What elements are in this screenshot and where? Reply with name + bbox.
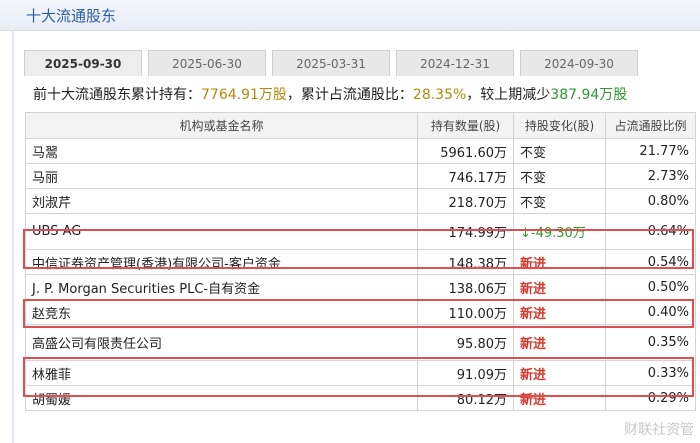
- holder-qty: 746.17万: [417, 163, 514, 189]
- holder-qty: 148.38万: [417, 249, 514, 275]
- holder-ratio: 0.35%: [605, 324, 696, 361]
- holder-name: 赵竞东: [25, 299, 418, 325]
- table-row: 胡蜀媛 80.12万 新进 0.29%: [25, 385, 696, 411]
- holder-change: 不变: [513, 138, 606, 164]
- holder-change: 不变: [513, 163, 606, 189]
- tab-2025-03-31[interactable]: 2025-03-31: [272, 50, 390, 76]
- table-header-row: 机构或基金名称 持有数量(股) 持股变化(股) 占流通股比例: [25, 112, 696, 139]
- holder-name: 马翯: [25, 138, 418, 164]
- holder-ratio: 0.40%: [605, 299, 696, 325]
- summary-mid2: ，较上期减少: [466, 87, 551, 103]
- table-row: 高盛公司有限责任公司 95.80万 新进 0.35%: [25, 324, 696, 361]
- holder-ratio: 0.64%: [605, 213, 696, 250]
- holder-change: 新进: [513, 360, 606, 386]
- holder-name: 高盛公司有限责任公司: [25, 324, 418, 361]
- holder-change: 新进: [513, 385, 606, 411]
- holder-ratio: 0.33%: [605, 360, 696, 386]
- holder-qty: 174.99万: [417, 213, 514, 250]
- holder-name: UBS AG: [25, 213, 418, 250]
- tab-2024-09-30[interactable]: 2024-09-30: [520, 50, 638, 76]
- tab-2025-06-30[interactable]: 2025-06-30: [148, 50, 266, 76]
- table-row: 赵竞东 110.00万 新进 0.40%: [25, 299, 696, 325]
- tab-2025-09-30[interactable]: 2025-09-30: [24, 50, 142, 76]
- holder-change: 新进: [513, 324, 606, 361]
- holder-change: 新进: [513, 299, 606, 325]
- holder-name: 中信证券资产管理(香港)有限公司-客户资金: [25, 249, 418, 275]
- table-row: J. P. Morgan Securities PLC-自有资金 138.06万…: [25, 274, 696, 300]
- summary-prefix: 前十大流通股东累计持有：: [33, 87, 201, 103]
- col-header-change[interactable]: 持股变化(股): [513, 112, 606, 139]
- holder-ratio: 21.77%: [605, 138, 696, 164]
- table-row: 马丽 746.17万 不变 2.73%: [25, 163, 696, 189]
- holder-name: 林雅菲: [25, 360, 418, 386]
- holder-name: 马丽: [25, 163, 418, 189]
- holder-qty: 110.00万: [417, 299, 514, 325]
- holder-qty: 91.09万: [417, 360, 514, 386]
- holder-change: 新进: [513, 274, 606, 300]
- table-row: 刘淑芹 218.70万 不变 0.80%: [25, 188, 696, 214]
- col-header-qty[interactable]: 持有数量(股): [417, 112, 514, 139]
- table-row: UBS AG 174.99万 ↓-49.30万 0.64%: [25, 213, 696, 250]
- holder-name: 胡蜀媛: [25, 385, 418, 411]
- holdings-summary: 前十大流通股东累计持有：7764.91万股，累计占流通股比：28.35%，较上期…: [33, 84, 627, 104]
- table-row: 马翯 5961.60万 不变 21.77%: [25, 138, 696, 164]
- holder-change: ↓-49.30万: [513, 213, 606, 250]
- holder-name: J. P. Morgan Securities PLC-自有资金: [25, 274, 418, 300]
- holder-ratio: 0.29%: [605, 385, 696, 411]
- holder-ratio: 0.50%: [605, 274, 696, 300]
- shareholders-table: 机构或基金名称 持有数量(股) 持股变化(股) 占流通股比例 马翯 5961.6…: [25, 112, 696, 411]
- holder-qty: 138.06万: [417, 274, 514, 300]
- col-header-ratio[interactable]: 占流通股比例: [605, 112, 696, 139]
- holder-ratio: 0.80%: [605, 188, 696, 214]
- summary-ratio: 28.35%: [412, 87, 467, 103]
- page-title: 十大流通股东: [26, 7, 117, 25]
- holder-change: 新进: [513, 249, 606, 275]
- watermark: 财联社资管: [624, 422, 694, 438]
- tab-2024-12-31[interactable]: 2024-12-31: [396, 50, 514, 76]
- left-divider: [12, 30, 14, 443]
- holder-qty: 95.80万: [417, 324, 514, 361]
- holder-name: 刘淑芹: [25, 188, 418, 214]
- holder-qty: 80.12万: [417, 385, 514, 411]
- header-bar: 十大流通股东: [0, 0, 700, 31]
- summary-total: 7764.91万股: [201, 87, 287, 103]
- holder-ratio: 0.54%: [605, 249, 696, 275]
- table-row: 林雅菲 91.09万 新进 0.33%: [25, 360, 696, 386]
- summary-mid: ，累计占流通股比：: [286, 87, 413, 103]
- col-header-name[interactable]: 机构或基金名称: [25, 112, 418, 139]
- holder-change: 不变: [513, 188, 606, 214]
- holder-qty: 5961.60万: [417, 138, 514, 164]
- summary-change: 387.94万股: [550, 87, 628, 103]
- holder-ratio: 2.73%: [605, 163, 696, 189]
- table-row: 中信证券资产管理(香港)有限公司-客户资金 148.38万 新进 0.54%: [25, 249, 696, 275]
- holder-qty: 218.70万: [417, 188, 514, 214]
